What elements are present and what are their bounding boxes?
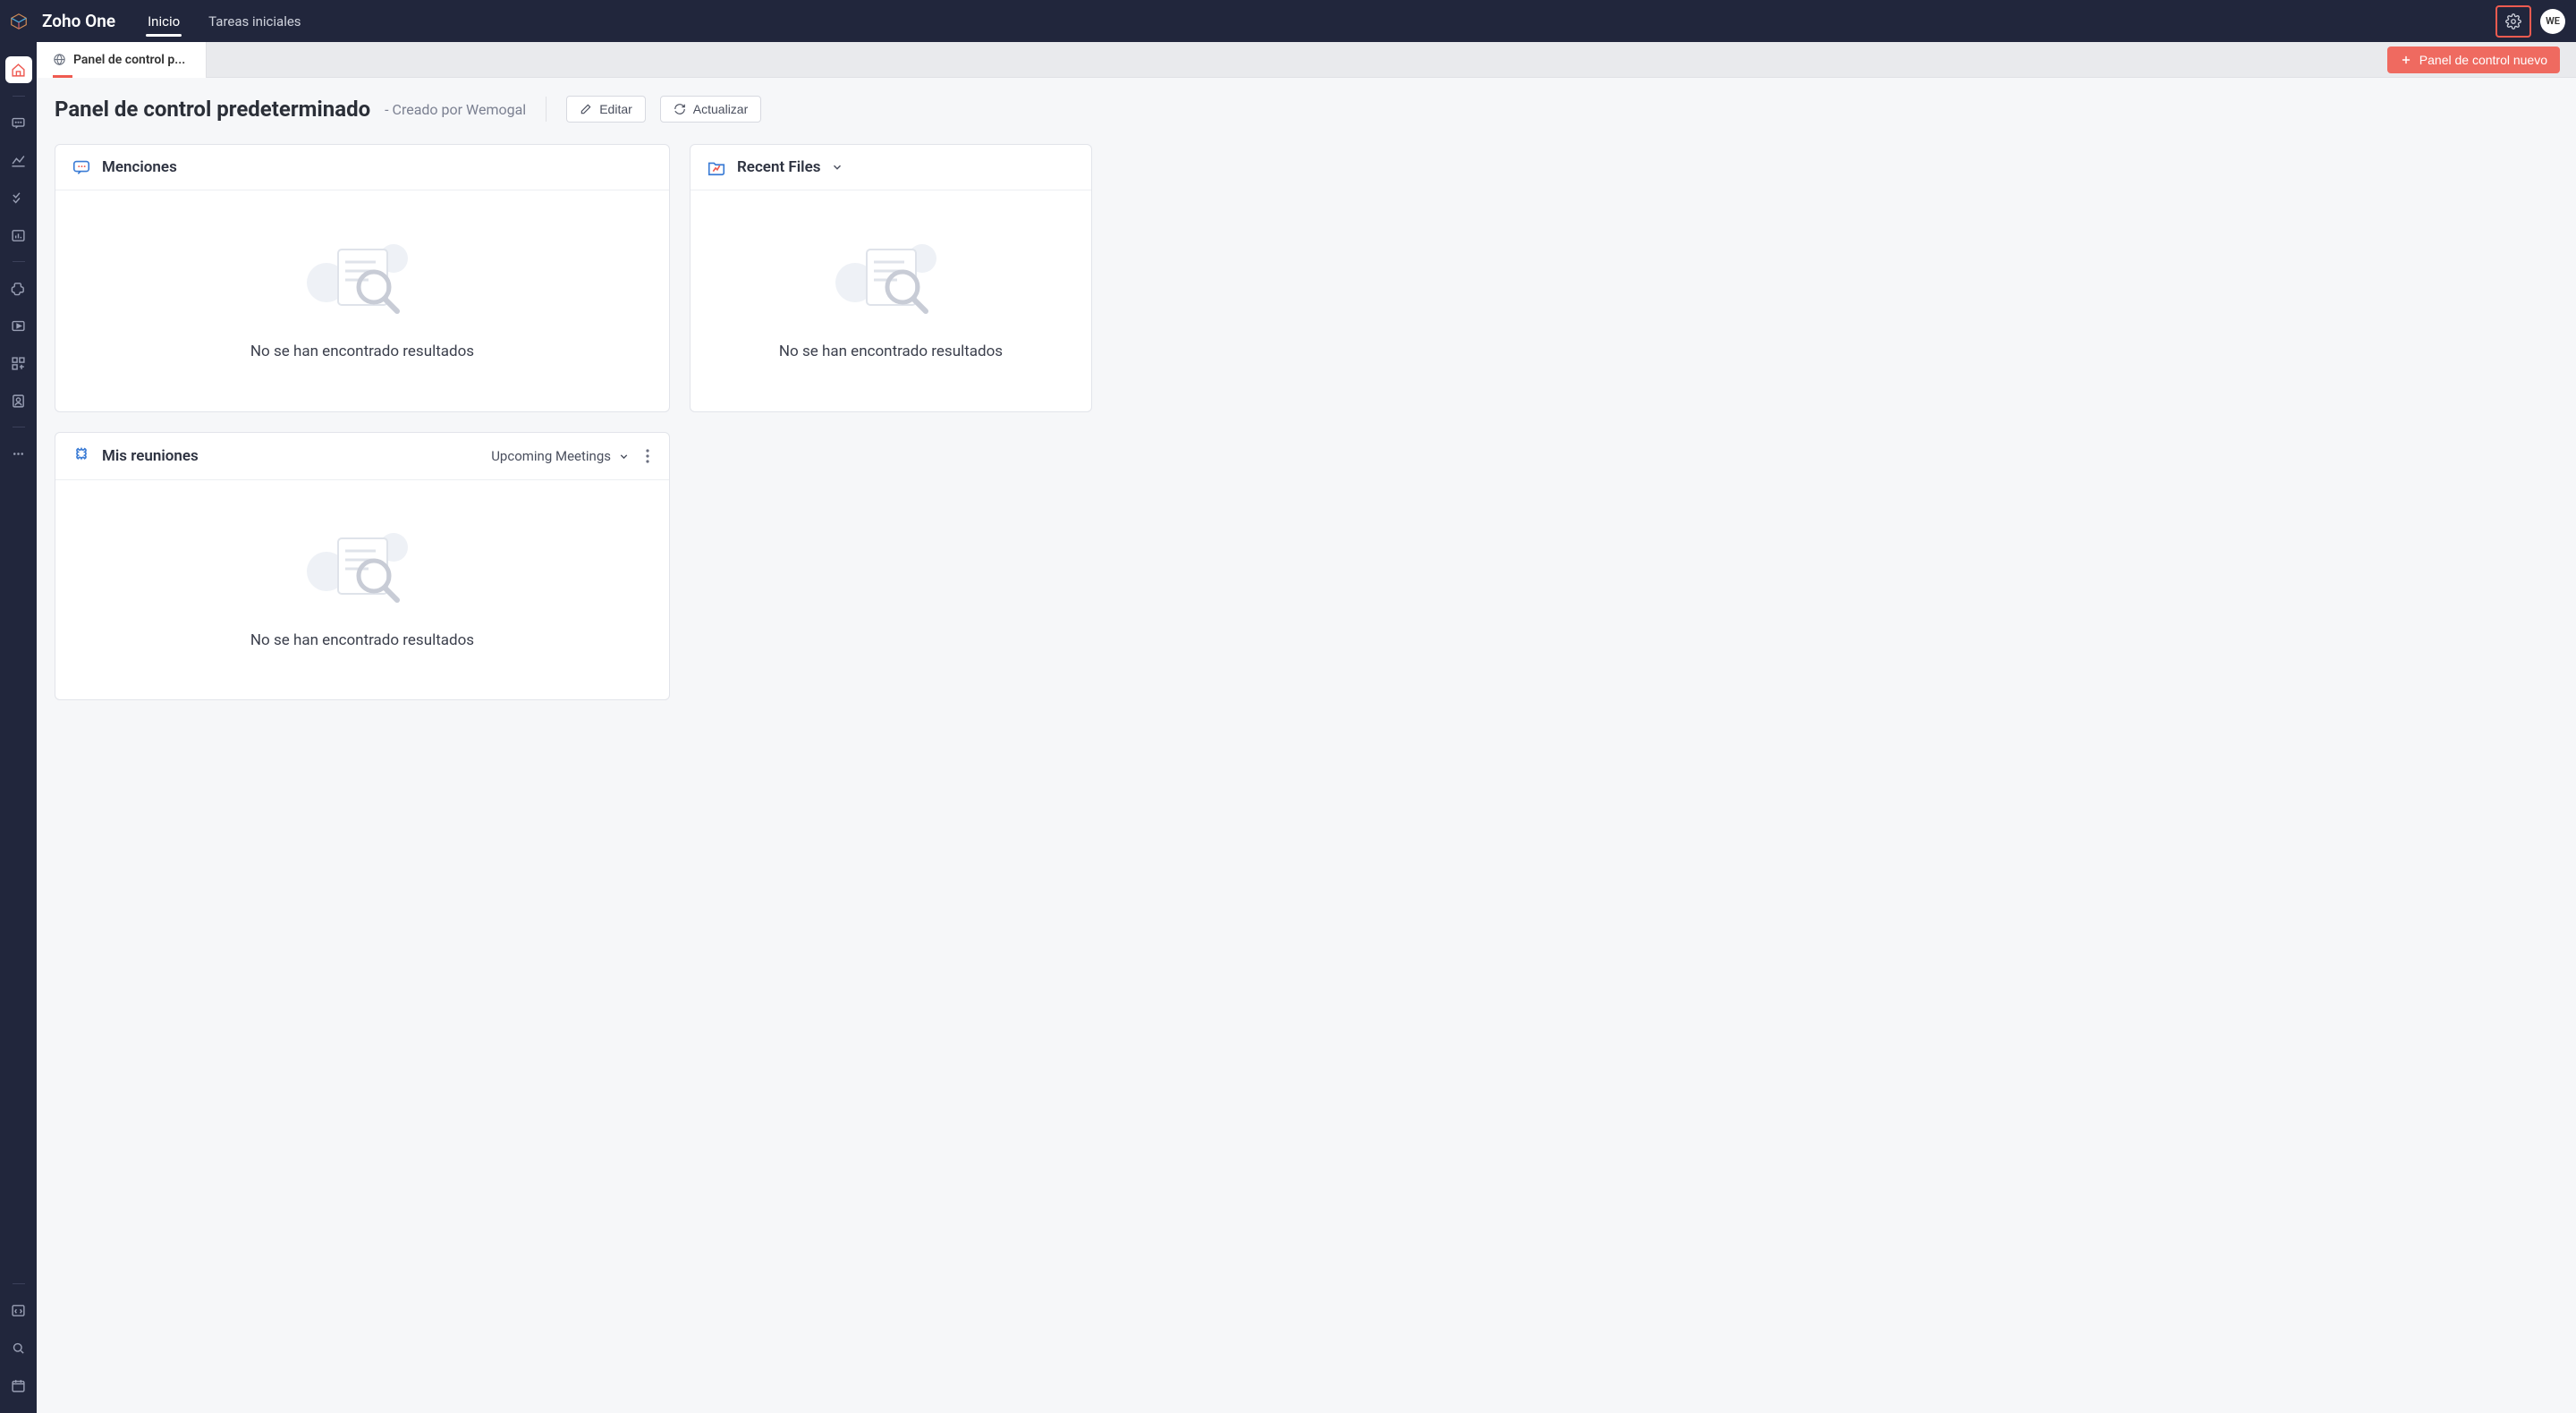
dashboard-tab-label: Panel de control p... [73, 53, 185, 67]
empty-illustration-icon [833, 233, 949, 323]
empty-illustration-icon [304, 522, 420, 612]
sidebar-analytics-icon[interactable] [5, 147, 32, 173]
sidebar-checklist-icon[interactable] [5, 184, 32, 211]
widget-mentions-empty: No se han encontrado resultados [250, 343, 474, 360]
tab-tareas-iniciales[interactable]: Tareas iniciales [194, 0, 315, 42]
widget-my-meetings-header: Mis reuniones Upcoming Meetings [55, 433, 669, 480]
meetings-filter-dropdown[interactable]: Upcoming Meetings [491, 448, 630, 464]
widget-recent-files-title: Recent Files [737, 158, 820, 176]
widget-my-meetings-title: Mis reuniones [102, 447, 199, 465]
meetings-icon [72, 446, 91, 466]
settings-button-highlight [2496, 5, 2531, 38]
top-tabs: Inicio Tareas iniciales [133, 0, 315, 42]
brand-title: Zoho One [37, 11, 133, 31]
edit-label: Editar [599, 102, 632, 116]
globe-icon [53, 53, 66, 66]
byline: - Creado por Wemogal [385, 101, 526, 118]
chevron-down-icon [618, 451, 630, 462]
refresh-label: Actualizar [693, 102, 748, 116]
user-avatar[interactable]: WE [2540, 9, 2565, 34]
widget-my-meetings-body: No se han encontrado resultados [55, 480, 669, 699]
sidebar-puzzle-icon[interactable] [5, 275, 32, 301]
sub-header: Panel de control p... Panel de control n… [37, 42, 2576, 78]
widget-my-meetings: Mis reuniones Upcoming Meetings [55, 432, 670, 700]
edit-button[interactable]: Editar [566, 96, 646, 123]
widget-recent-files: Recent Files [690, 144, 1092, 412]
top-bar: Zoho One Inicio Tareas iniciales WE [0, 0, 2576, 42]
sidebar-home-icon[interactable] [5, 56, 32, 83]
zoho-logo-icon [0, 12, 37, 31]
widget-grid: Menciones No se han encontrado res [37, 128, 2576, 736]
refresh-button[interactable]: Actualizar [660, 96, 761, 123]
widget-recent-files-body: No se han encontrado resultados [691, 190, 1091, 411]
meetings-filter-label: Upcoming Meetings [491, 448, 611, 464]
widget-mentions-header: Menciones [55, 145, 669, 190]
widget-recent-files-empty: No se han encontrado resultados [779, 343, 1003, 360]
widget-recent-files-header: Recent Files [691, 145, 1091, 190]
sidebar-calendar-icon[interactable] [5, 1372, 32, 1399]
page-area: Panel de control p... Panel de control n… [37, 42, 2576, 1413]
pencil-icon [580, 103, 592, 115]
sidebar-chat-icon[interactable] [5, 109, 32, 136]
sidebar-more-icon[interactable] [5, 440, 32, 467]
mentions-icon [72, 157, 91, 177]
refresh-icon [674, 103, 686, 115]
sidebar-search-icon[interactable] [5, 1334, 32, 1361]
sidebar-play-icon[interactable] [5, 312, 32, 339]
files-icon [707, 157, 726, 177]
divider [546, 97, 547, 122]
plus-icon [2400, 54, 2412, 66]
dashboard-tab[interactable]: Panel de control p... [37, 42, 207, 78]
widget-mentions: Menciones No se han encontrado res [55, 144, 670, 412]
widget-my-meetings-empty: No se han encontrado resultados [250, 631, 474, 649]
new-dashboard-button[interactable]: Panel de control nuevo [2387, 47, 2560, 73]
empty-illustration-icon [304, 233, 420, 323]
meetings-kebab-menu[interactable] [642, 445, 653, 467]
settings-button[interactable] [2505, 13, 2521, 30]
left-sidebar [0, 42, 37, 1413]
widget-mentions-body: No se han encontrado resultados [55, 190, 669, 411]
title-bar: Panel de control predeterminado - Creado… [37, 78, 2576, 128]
tab-inicio[interactable]: Inicio [133, 0, 194, 42]
page-title: Panel de control predeterminado [55, 97, 370, 122]
sidebar-code-icon[interactable] [5, 1297, 32, 1324]
recent-files-dropdown[interactable] [831, 161, 843, 173]
widget-mentions-title: Menciones [102, 158, 177, 176]
sidebar-contact-icon[interactable] [5, 387, 32, 414]
sidebar-reports-icon[interactable] [5, 222, 32, 249]
new-dashboard-label: Panel de control nuevo [2419, 53, 2547, 67]
sidebar-widget-icon[interactable] [5, 350, 32, 377]
